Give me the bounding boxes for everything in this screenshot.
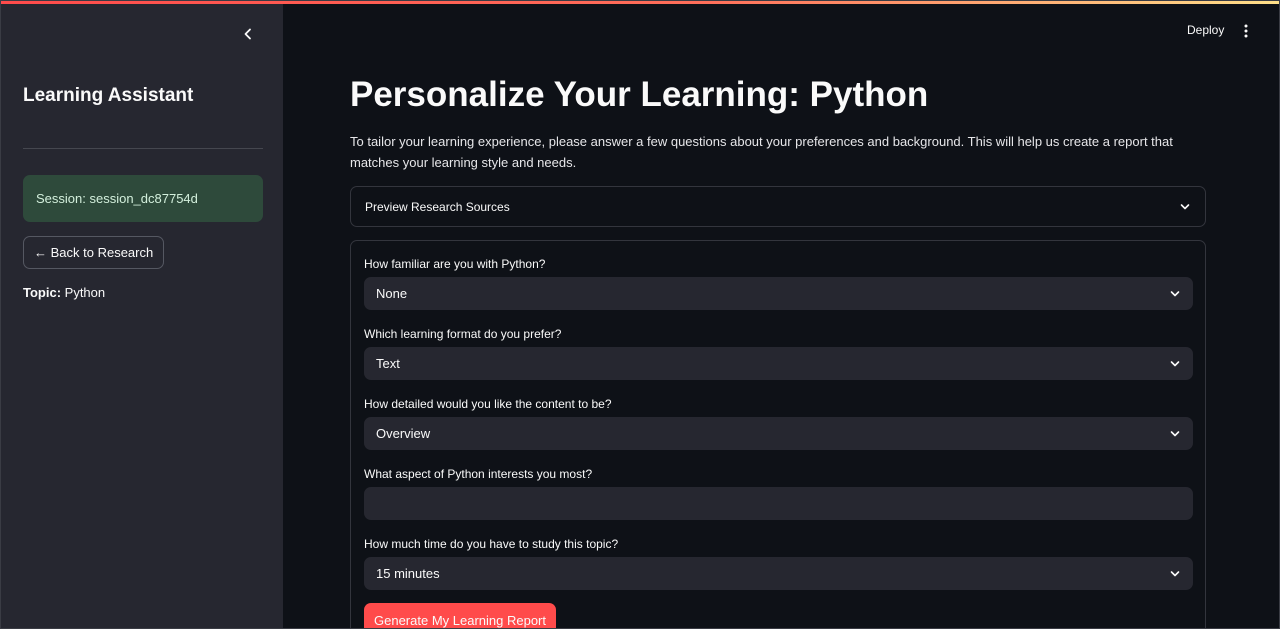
format-value: Text	[376, 356, 400, 371]
app-window: Learning Assistant Session: session_dc87…	[0, 0, 1280, 629]
preview-sources-expander[interactable]: Preview Research Sources	[350, 186, 1206, 227]
collapse-sidebar-button[interactable]	[237, 23, 259, 45]
study-time-label: How much time do you have to study this …	[364, 537, 619, 551]
intro-text: To tailor your learning experience, plea…	[350, 134, 1173, 170]
chevron-down-icon	[1169, 358, 1181, 370]
more-vertical-icon	[1244, 24, 1248, 38]
generate-report-button[interactable]: Generate My Learning Report	[364, 603, 556, 628]
familiarity-value: None	[376, 286, 408, 301]
sidebar-divider	[23, 148, 263, 149]
back-to-research-button[interactable]: ← Back to Research	[23, 236, 165, 269]
chevron-down-icon	[1169, 288, 1181, 300]
top-decoration-bar	[1, 1, 1279, 4]
chevron-down-icon	[1169, 428, 1181, 440]
deploy-button[interactable]: Deploy	[1187, 23, 1224, 37]
interest-label: What aspect of Python interests you most…	[364, 467, 593, 481]
expander-label: Preview Research Sources	[365, 199, 510, 214]
interest-input[interactable]	[376, 487, 1181, 520]
interest-input-wrapper	[364, 487, 1193, 520]
detail-label: How detailed would you like the content …	[364, 397, 612, 411]
study-time-value: 15 minutes	[376, 566, 440, 581]
sidebar: Learning Assistant Session: session_dc87…	[1, 1, 283, 628]
session-text: Session: session_dc87754d	[36, 191, 198, 206]
familiarity-label: How familiar are you with Python?	[364, 257, 546, 271]
detail-select[interactable]: Overview	[364, 417, 1193, 450]
topic-value: Python	[61, 285, 106, 300]
preferences-form: How familiar are you with Python? None W…	[350, 240, 1206, 628]
format-label: Which learning format do you prefer?	[364, 327, 562, 341]
page-title: Personalize Your Learning: Python	[350, 75, 929, 114]
study-time-select[interactable]: 15 minutes	[364, 557, 1193, 590]
topic-label: Topic:	[23, 285, 62, 300]
topic-line: Topic: Python	[23, 285, 105, 300]
familiarity-select[interactable]: None	[364, 277, 1193, 310]
main-menu-button[interactable]	[1237, 21, 1255, 41]
session-status-box: Session: session_dc87754d	[23, 175, 263, 222]
format-select[interactable]: Text	[364, 347, 1193, 380]
chevron-left-icon	[244, 28, 251, 40]
chevron-down-icon	[1179, 201, 1191, 213]
sidebar-title: Learning Assistant	[23, 85, 194, 106]
chevron-down-icon	[1169, 568, 1181, 580]
detail-value: Overview	[376, 426, 431, 441]
